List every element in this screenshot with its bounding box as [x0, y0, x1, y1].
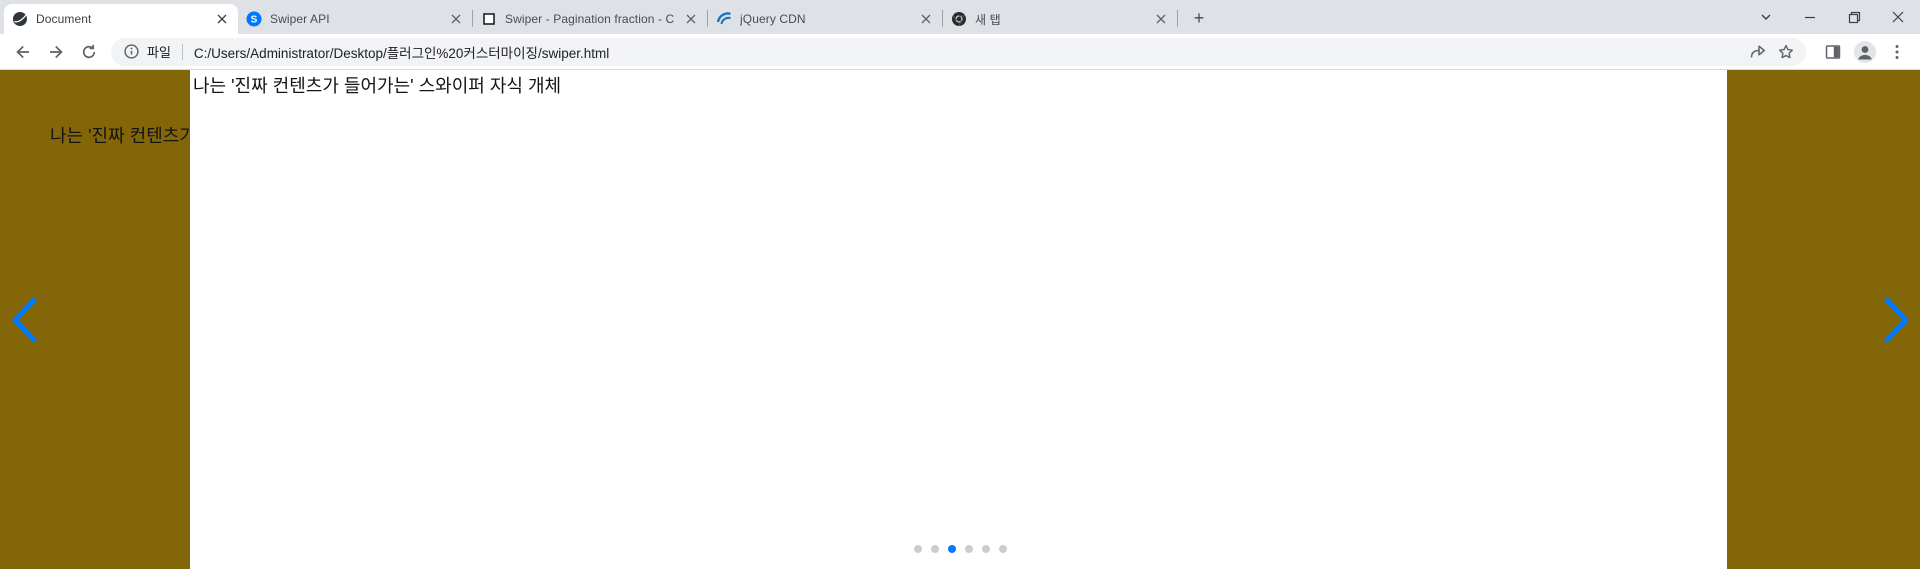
pagination-dot-active[interactable]	[947, 545, 956, 553]
tab-swiper-pagination-fraction[interactable]: Swiper - Pagination fraction - C	[473, 4, 707, 34]
tab-close-icon[interactable]	[447, 11, 464, 28]
pagination-dot[interactable]	[981, 545, 990, 553]
jquery-logo-icon	[716, 12, 731, 25]
tab-close-icon[interactable]	[213, 11, 230, 28]
file-scheme-label: 파일	[147, 45, 171, 60]
address-bar[interactable]: 파일 C:/Users/Administrator/Desktop/플러그인%2…	[111, 37, 1806, 66]
kebab-menu-icon[interactable]	[1882, 37, 1912, 67]
forward-icon[interactable]	[41, 37, 71, 67]
tab-close-icon[interactable]	[682, 11, 699, 28]
tab-swiper-api[interactable]: S Swiper API	[238, 4, 472, 34]
reload-icon[interactable]	[74, 37, 104, 67]
tab-title: Document	[36, 12, 92, 26]
pagination-dot[interactable]	[913, 545, 922, 553]
pagination-dot[interactable]	[964, 545, 973, 553]
swiper-prev-button[interactable]	[10, 297, 38, 343]
back-icon[interactable]	[8, 37, 38, 67]
active-slide-text: 나는 '진짜 컨텐츠가 들어가는' 스와이퍼 자식 개체	[193, 76, 562, 96]
profile-avatar[interactable]	[1850, 37, 1880, 67]
square-outline-icon	[483, 13, 495, 25]
toolbar-right	[1816, 37, 1912, 67]
share-icon[interactable]	[1744, 38, 1772, 66]
tab-close-icon[interactable]	[917, 11, 934, 28]
tab-search-chevron-icon[interactable]	[1744, 0, 1788, 34]
window-controls	[1744, 0, 1920, 34]
swiper-logo-icon: S	[246, 11, 262, 27]
browser-toolbar: 파일 C:/Users/Administrator/Desktop/플러그인%2…	[0, 34, 1920, 70]
tab-title: 새 탭	[975, 12, 1001, 27]
tab-title: Swiper - Pagination fraction - C	[505, 12, 675, 26]
url-text: C:/Users/Administrator/Desktop/플러그인%20커스…	[193, 45, 610, 61]
swiper-next-button[interactable]	[1883, 297, 1911, 343]
close-window-icon[interactable]	[1876, 0, 1920, 34]
tab-strip: Document S Swiper API Swiper - Paginatio…	[0, 0, 1920, 34]
info-icon	[124, 44, 139, 59]
tab-title: Swiper API	[270, 12, 330, 26]
restore-icon[interactable]	[1832, 0, 1876, 34]
tab-jquery-cdn[interactable]: jQuery CDN	[708, 4, 942, 34]
swiper-pagination	[0, 545, 1920, 553]
prev-slide-text: 나는 '진짜 컨텐츠가	[50, 126, 196, 146]
new-tab-button[interactable]: +	[1186, 5, 1212, 31]
tab-close-icon[interactable]	[1152, 11, 1169, 28]
bookmark-star-icon[interactable]	[1772, 38, 1800, 66]
minimize-icon[interactable]	[1788, 0, 1832, 34]
side-panel-icon[interactable]	[1818, 37, 1848, 67]
chrome-dark-icon	[952, 12, 966, 27]
swiper-container: 나는 '진짜 컨텐츠가 나는 '진짜 컨텐츠가 들어가는' 스와이퍼 자식 개체	[0, 70, 1920, 569]
omnibox-separator	[181, 43, 183, 60]
tab-document[interactable]: Document	[4, 4, 238, 34]
tab-new-tab[interactable]: 새 탭	[943, 4, 1177, 34]
pagination-dot[interactable]	[930, 545, 939, 553]
svg-text:S: S	[251, 15, 258, 26]
globe-dark-icon	[13, 12, 27, 26]
swiper-active-slide[interactable]: 나는 '진짜 컨텐츠가 들어가는' 스와이퍼 자식 개체	[190, 70, 1727, 569]
pagination-dot[interactable]	[998, 545, 1007, 553]
site-info-chip[interactable]: 파일	[123, 42, 171, 61]
tab-title: jQuery CDN	[740, 12, 806, 26]
tab-separator	[1177, 10, 1178, 27]
